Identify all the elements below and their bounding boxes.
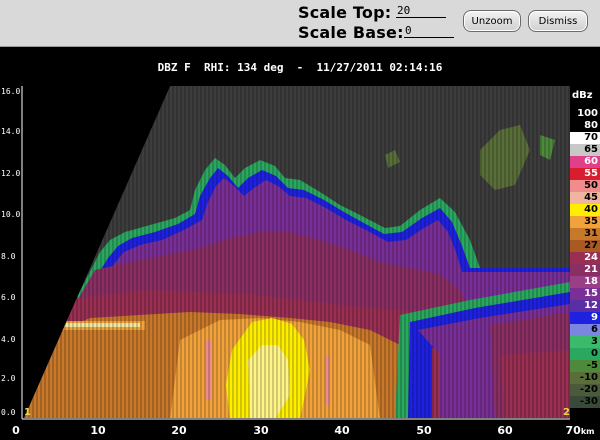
legend-value: 55 <box>584 168 598 179</box>
legend-entry: 3 <box>570 336 600 348</box>
legend-value: 18 <box>584 276 598 287</box>
legend-value: -5 <box>586 360 598 371</box>
legend-value: 40 <box>584 204 598 215</box>
legend-value: 45 <box>584 192 598 203</box>
legend-value: 70 <box>584 132 598 143</box>
x-tick-label: 40 <box>334 424 350 437</box>
x-tick-label: 20 <box>171 424 187 437</box>
y-tick-label: 2.0 <box>1 374 16 383</box>
legend-entry: 60 <box>570 156 600 168</box>
legend-value: 35 <box>584 216 598 227</box>
legend-entry: -30 <box>570 396 600 408</box>
y-tick-label: 12.0 <box>1 169 21 178</box>
legend-value: 100 <box>577 108 598 119</box>
legend-value: 31 <box>584 228 598 239</box>
scale-base-input[interactable] <box>404 25 454 38</box>
legend-entry: 24 <box>570 252 600 264</box>
rhi-radar-plot[interactable] <box>0 46 600 440</box>
y-tick-label: 0.0 <box>1 408 16 417</box>
legend-entry: -20 <box>570 384 600 396</box>
legend-unit-label: dBz <box>572 90 593 101</box>
legend-entry: 9 <box>570 312 600 324</box>
legend-value: 0 <box>591 348 598 359</box>
legend-entry: 31 <box>570 228 600 240</box>
dbz-color-legend: 100 80 70 65 60 55 50 45 40 35 31 27 24 21 18 15 12 9 6 3 0-… <box>570 108 600 432</box>
legend-entry: 6 <box>570 324 600 336</box>
legend-value: 6 <box>591 324 598 335</box>
legend-value: 21 <box>584 264 598 275</box>
scale-base-label: Scale Base: <box>298 23 404 42</box>
legend-entry: 80 <box>570 120 600 132</box>
legend-entry: 15 <box>570 288 600 300</box>
legend-value: 12 <box>584 300 598 311</box>
y-tick-label: 6.0 <box>1 293 16 302</box>
legend-value: -30 <box>579 396 598 407</box>
y-tick-label: 4.0 <box>1 335 16 344</box>
x-tick-label: 30 <box>253 424 269 437</box>
legend-value: 50 <box>584 180 598 191</box>
legend-entry: 45 <box>570 192 600 204</box>
legend-entry: 21 <box>570 264 600 276</box>
y-tick-label: 14.0 <box>1 127 21 136</box>
y-tick-label: 16.0 <box>1 87 21 96</box>
legend-entry: 55 <box>570 168 600 180</box>
y-tick-label: 8.0 <box>1 252 16 261</box>
scale-top-input[interactable] <box>396 5 446 18</box>
legend-value: 3 <box>591 336 598 347</box>
legend-entry: 70 <box>570 132 600 144</box>
legend-entry: 40 <box>570 204 600 216</box>
x-tick-label: 50 <box>416 424 432 437</box>
x-tick-label: 60 <box>497 424 513 437</box>
legend-value: 15 <box>584 288 598 299</box>
legend-value: -20 <box>579 384 598 395</box>
x-tick-label: 10 <box>90 424 106 437</box>
dismiss-button[interactable]: Dismiss <box>528 10 588 32</box>
legend-value: 65 <box>584 144 598 155</box>
unzoom-button[interactable]: Unzoom <box>463 10 521 32</box>
x-tick-label: 0 <box>12 424 20 437</box>
legend-value: -10 <box>579 372 598 383</box>
legend-value: 24 <box>584 252 598 263</box>
corner-marker-left: 1 <box>24 407 31 418</box>
legend-entry: 35 <box>570 216 600 228</box>
legend-entry: 0 <box>570 348 600 360</box>
legend-entry: 65 <box>570 144 600 156</box>
legend-entry: -5 <box>570 360 600 372</box>
y-tick-label: 10.0 <box>1 210 21 219</box>
legend-entry: 50 <box>570 180 600 192</box>
legend-value: 60 <box>584 156 598 167</box>
legend-value: 9 <box>591 312 598 323</box>
legend-entry: 18 <box>570 276 600 288</box>
scale-top-label: Scale Top: <box>298 3 392 22</box>
legend-value: 27 <box>584 240 598 251</box>
control-bar: Scale Top: Scale Base: Unzoom Dismiss <box>0 0 600 47</box>
legend-entry: 12 <box>570 300 600 312</box>
legend-entry: 100 <box>570 108 600 120</box>
corner-marker-right: 2 <box>563 407 570 418</box>
legend-value: 80 <box>584 120 598 131</box>
legend-entry: 27 <box>570 240 600 252</box>
legend-entry: -10 <box>570 372 600 384</box>
